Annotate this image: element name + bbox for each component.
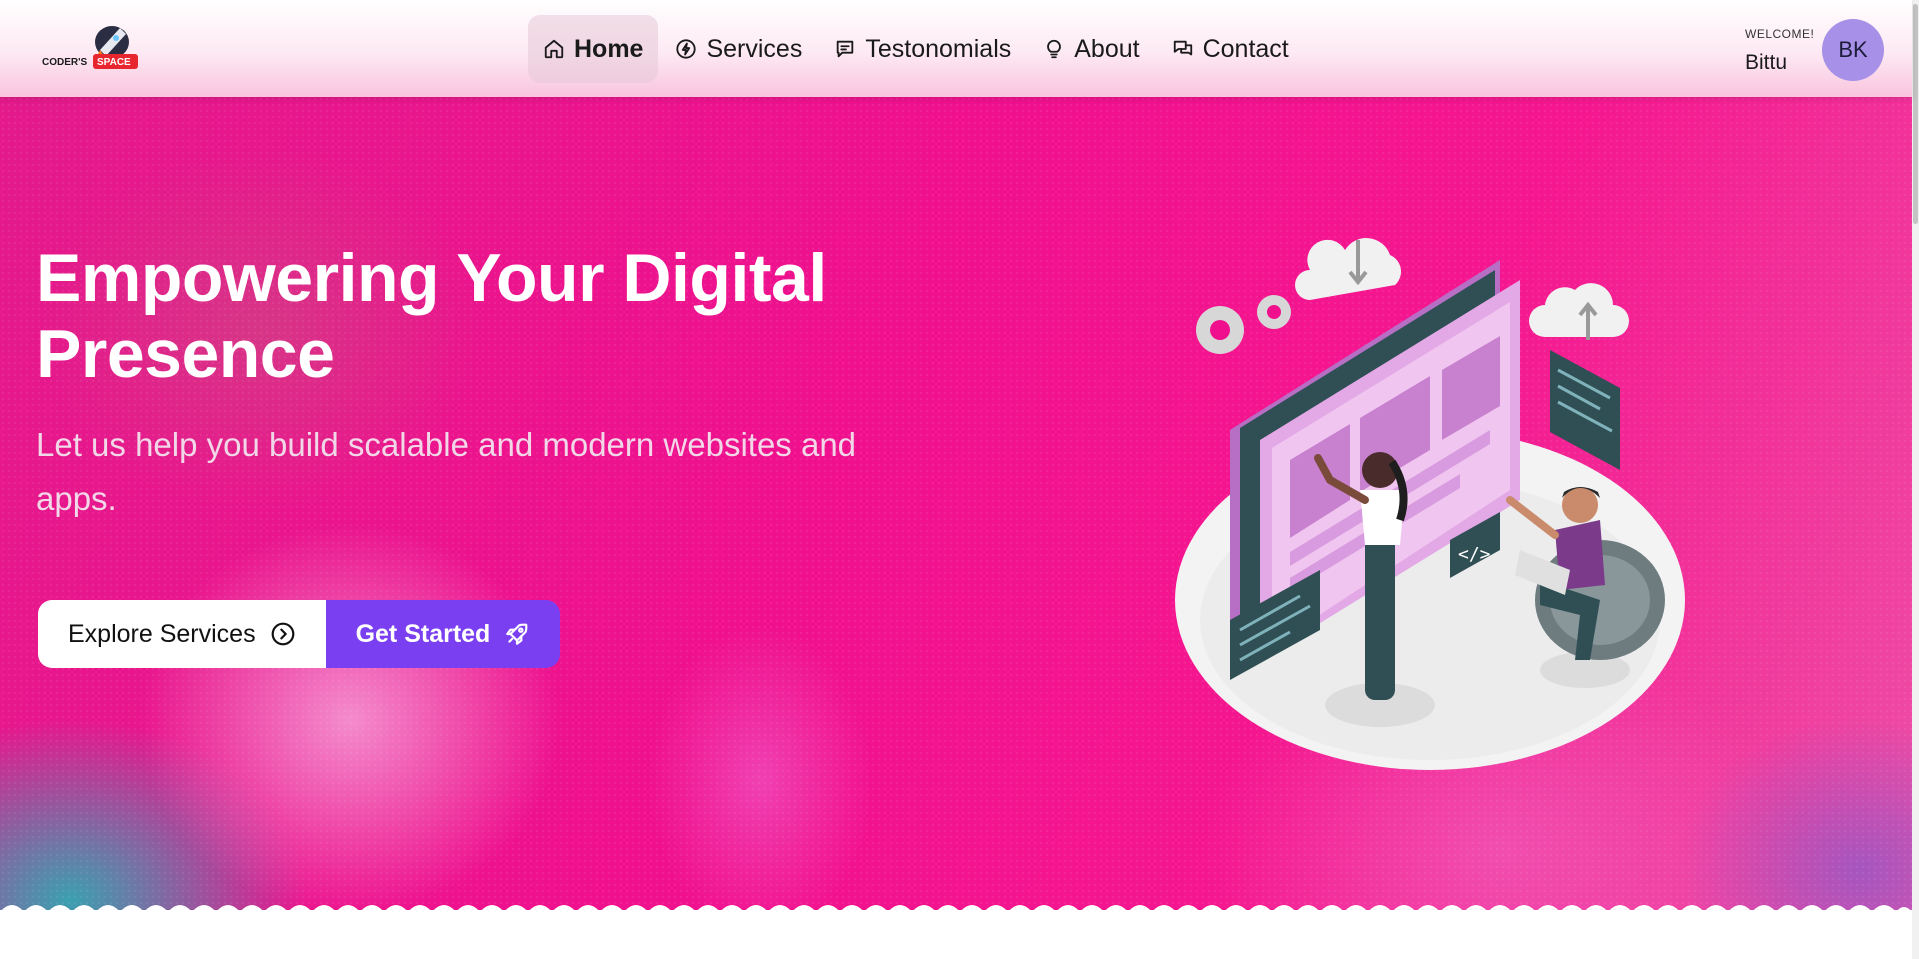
welcome-label: WELCOME! (1745, 27, 1815, 41)
svg-text:CODER'S: CODER'S (42, 57, 87, 68)
get-started-button[interactable]: Get Started (325, 600, 561, 668)
explore-services-button[interactable]: Explore Services (38, 600, 326, 668)
rocket-icon (506, 623, 528, 645)
top-navbar: CODER'S SPACE Home Services Testonomials… (0, 0, 1912, 97)
chevron-right-circle-icon (271, 622, 294, 646)
coders-space-logo[interactable]: CODER'S SPACE (40, 20, 150, 75)
hero-subtitle: Let us help you build scalable and moder… (36, 426, 857, 517)
get-started-label: Get Started (355, 619, 491, 648)
nav-item-label: About (1074, 34, 1140, 63)
nav-item-about[interactable]: About (1028, 15, 1154, 83)
web-developers-illustration: </> (1175, 238, 1685, 770)
nav-item-contact[interactable]: Contact (1157, 15, 1304, 83)
svg-text:SPACE: SPACE (97, 57, 131, 68)
nav-item-home[interactable]: Home (528, 15, 659, 83)
scrollbar-thumb[interactable] (1913, 4, 1918, 224)
scalloped-bottom-edge (1, 905, 1911, 910)
lightbulb-icon (1047, 39, 1062, 59)
user-name: Bittu (1745, 51, 1788, 74)
avatar[interactable]: BK (1822, 19, 1884, 81)
hero-buttons: Explore Services Get Started (38, 600, 561, 668)
nav-item-label: Services (706, 34, 803, 63)
nav-item-label: Contact (1202, 34, 1289, 63)
nav-item-label: Home (574, 34, 644, 63)
hero-title: Empowering Your Digital Presence (36, 240, 827, 392)
svg-text:</>: </> (1458, 544, 1491, 565)
nav-item-testimonials[interactable]: Testonomials (819, 15, 1026, 83)
explore-services-label: Explore Services (68, 619, 256, 648)
main-nav: Home Services Testonomials About Contact (528, 15, 1306, 83)
message-square-icon (837, 40, 854, 58)
bolt-icon (676, 39, 697, 59)
home-icon (544, 39, 564, 59)
nav-item-services[interactable]: Services (660, 15, 817, 83)
chat-bubbles-icon (1173, 40, 1192, 56)
nav-item-label: Testonomials (865, 34, 1012, 63)
